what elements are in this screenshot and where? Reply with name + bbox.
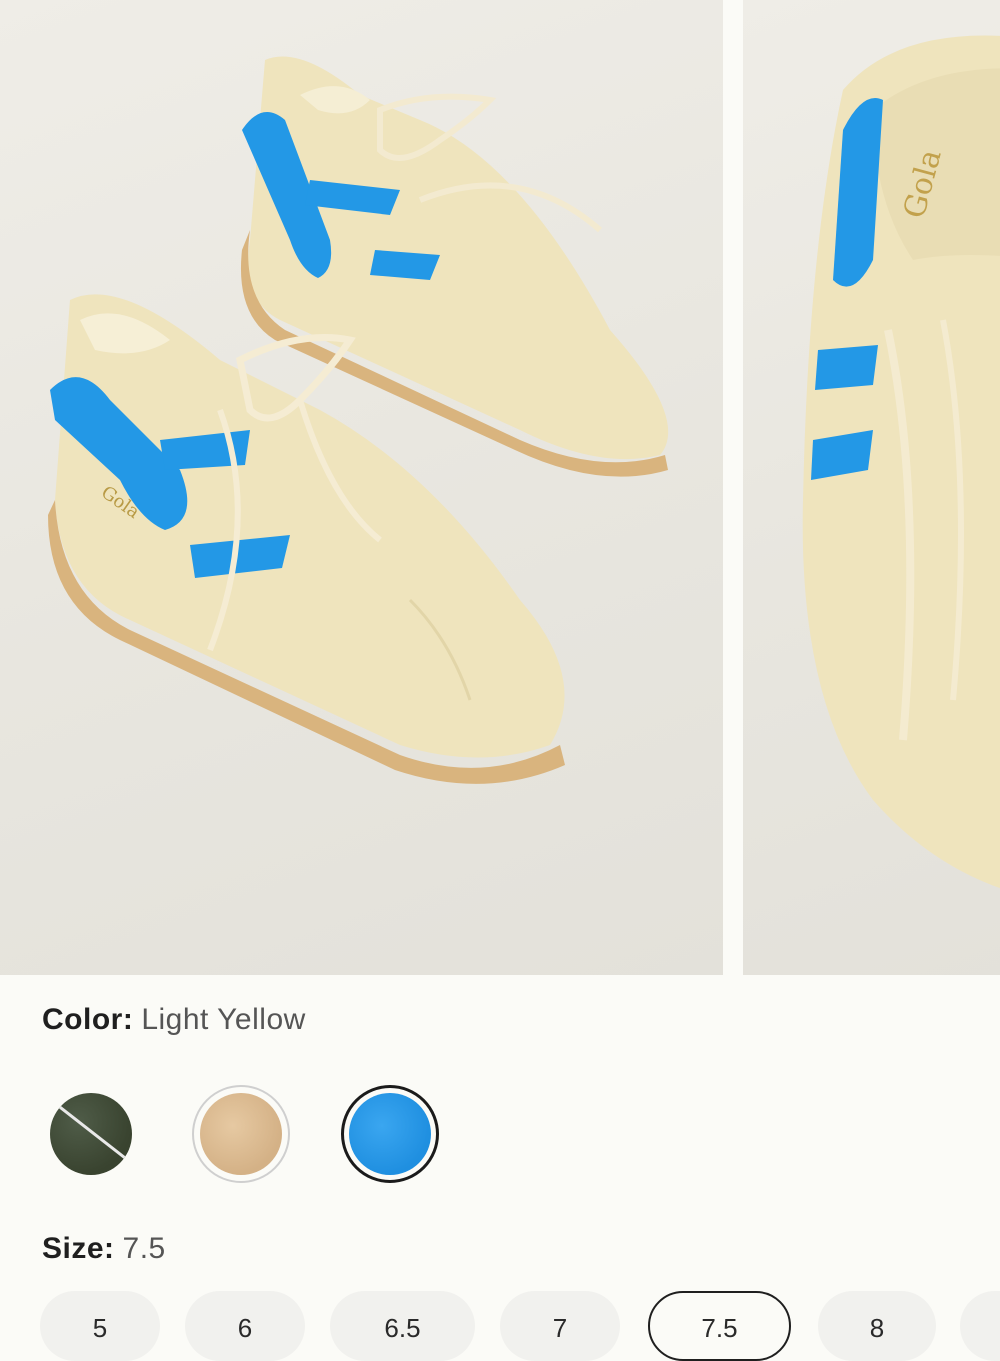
swatch-dark-green[interactable] bbox=[42, 1085, 140, 1183]
color-value: Light Yellow bbox=[141, 1003, 306, 1036]
swatch-blue[interactable] bbox=[341, 1085, 439, 1183]
swatch-fill bbox=[50, 1093, 132, 1175]
swatch-fill bbox=[349, 1093, 431, 1175]
product-image-1[interactable]: Gola bbox=[0, 0, 723, 975]
swatch-fill bbox=[200, 1093, 282, 1175]
color-label-row: Color: Light Yellow bbox=[42, 1003, 306, 1037]
unavailable-strike bbox=[50, 1099, 132, 1170]
color-label: Color: bbox=[42, 1003, 134, 1036]
size-option-7[interactable]: 7 bbox=[500, 1291, 620, 1361]
swatch-sand[interactable] bbox=[192, 1085, 290, 1183]
size-option-6-5[interactable]: 6.5 bbox=[330, 1291, 475, 1361]
size-label: Size: bbox=[42, 1232, 115, 1265]
product-image-gallery[interactable]: Gola Gola bbox=[0, 0, 1000, 975]
size-option-next-partial[interactable] bbox=[960, 1291, 1000, 1361]
size-label-row: Size: 7.5 bbox=[42, 1232, 166, 1266]
size-option-7-5[interactable]: 7.5 bbox=[648, 1291, 791, 1361]
product-image-2[interactable]: Gola bbox=[743, 0, 1000, 975]
size-value: 7.5 bbox=[122, 1232, 166, 1265]
top-view-sneaker: Gola bbox=[802, 35, 1000, 889]
size-option-5[interactable]: 5 bbox=[40, 1291, 160, 1361]
size-option-8[interactable]: 8 bbox=[818, 1291, 936, 1361]
size-option-6[interactable]: 6 bbox=[185, 1291, 305, 1361]
